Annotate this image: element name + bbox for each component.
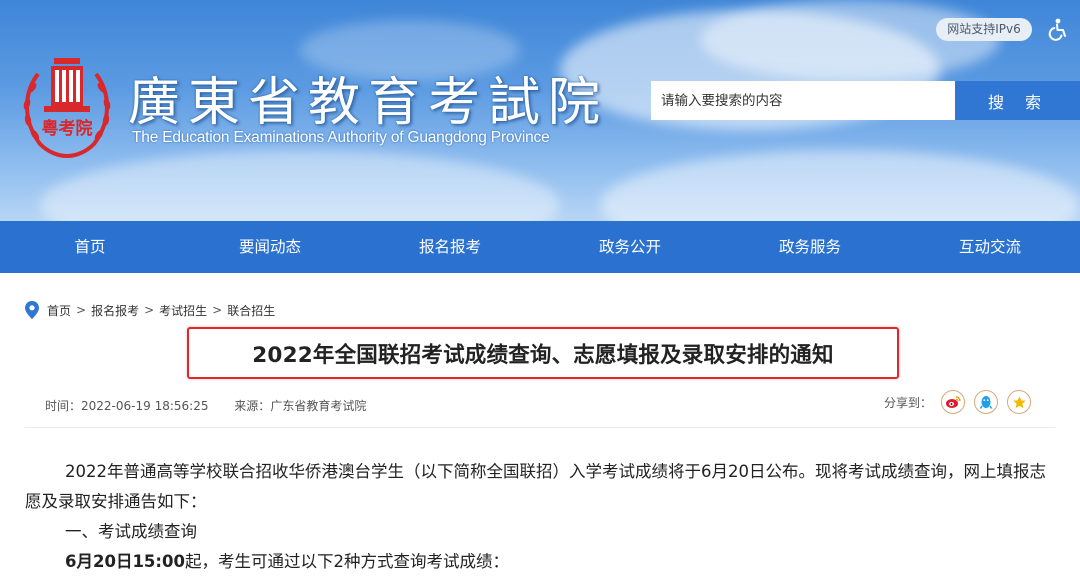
search-button[interactable]: 搜 索 bbox=[955, 81, 1080, 120]
search-input[interactable] bbox=[651, 81, 955, 120]
breadcrumb-item-home[interactable]: 首页 bbox=[47, 302, 71, 319]
nav-item-government-services[interactable]: 政务服务 bbox=[720, 221, 900, 273]
share-bar: 分享到： bbox=[884, 389, 1032, 415]
weibo-icon[interactable] bbox=[941, 390, 966, 414]
cloud-decoration bbox=[40, 150, 560, 221]
share-label: 分享到： bbox=[884, 395, 933, 410]
header-banner: 粤考院 廣東省教育考試院 The Education Examinations … bbox=[0, 0, 1080, 221]
logo-seal-text: 粤考院 bbox=[42, 118, 93, 139]
page-title: 2022年全国联招考试成绩查询、志愿填报及录取安排的通知 bbox=[252, 342, 834, 368]
article-source: 来源：广东省教育考试院 bbox=[234, 399, 366, 413]
site-title-english[interactable]: The Education Examinations Authority of … bbox=[132, 129, 550, 147]
main-nav: 首页 要闻动态 报名报考 政务公开 政务服务 互动交流 bbox=[0, 221, 1080, 273]
publish-time: 时间：2022-06-19 18:56:25 bbox=[45, 399, 208, 413]
cloud-decoration bbox=[600, 150, 1080, 221]
nav-item-home[interactable]: 首页 bbox=[0, 221, 180, 273]
location-pin-icon bbox=[25, 301, 39, 319]
source-label: 来源： bbox=[234, 399, 271, 413]
divider bbox=[25, 427, 1055, 428]
nav-item-interaction[interactable]: 互动交流 bbox=[900, 221, 1080, 273]
nav-item-news[interactable]: 要闻动态 bbox=[180, 221, 360, 273]
article-body: 2022年普通高等学校联合招收华侨港澳台学生（以下简称全国联招）入学考试成绩将于… bbox=[25, 457, 1060, 577]
publish-time-label: 时间： bbox=[45, 399, 82, 413]
breadcrumb-item-joint-enrollment[interactable]: 联合招生 bbox=[227, 302, 275, 319]
paragraph: 6月20日15:00起，考生可通过以下2种方式查询考试成绩： bbox=[25, 547, 1060, 577]
qq-icon[interactable] bbox=[974, 390, 999, 414]
nav-item-government-info[interactable]: 政务公开 bbox=[540, 221, 720, 273]
paragraph-text: 起，考生可通过以下2种方式查询考试成绩： bbox=[184, 552, 509, 571]
paragraph: 2022年普通高等学校联合招收华侨港澳台学生（以下简称全国联招）入学考试成绩将于… bbox=[25, 462, 1046, 511]
title-highlight-box: 2022年全国联招考试成绩查询、志愿填报及录取安排的通知 bbox=[187, 327, 899, 379]
article-meta: 时间：2022-06-19 18:56:25 来源：广东省教育考试院 bbox=[45, 397, 366, 414]
breadcrumb-item-exam-enrollment[interactable]: 考试招生 bbox=[159, 302, 207, 319]
breadcrumb-separator: > bbox=[76, 303, 87, 317]
logo-emblem-icon[interactable]: 粤考院 bbox=[18, 52, 116, 162]
breadcrumb: 首页 > 报名报考 > 考试招生 > 联合招生 bbox=[25, 300, 275, 320]
source-value: 广东省教育考试院 bbox=[270, 399, 367, 413]
ipv6-badge[interactable]: 网站支持IPv6 bbox=[936, 18, 1032, 41]
wheelchair-icon[interactable] bbox=[1046, 17, 1070, 41]
publish-time-value: 2022-06-19 18:56:25 bbox=[81, 399, 209, 413]
breadcrumb-separator: > bbox=[212, 303, 223, 317]
nav-item-registration[interactable]: 报名报考 bbox=[360, 221, 540, 273]
site-title[interactable]: 廣東省教育考試院 bbox=[128, 60, 608, 135]
breadcrumb-item-registration[interactable]: 报名报考 bbox=[91, 302, 139, 319]
qzone-icon[interactable] bbox=[1007, 390, 1032, 414]
date-emphasis: 6月20日15:00 bbox=[65, 552, 185, 571]
section-heading: 一、考试成绩查询 bbox=[65, 522, 197, 541]
breadcrumb-separator: > bbox=[144, 303, 155, 317]
